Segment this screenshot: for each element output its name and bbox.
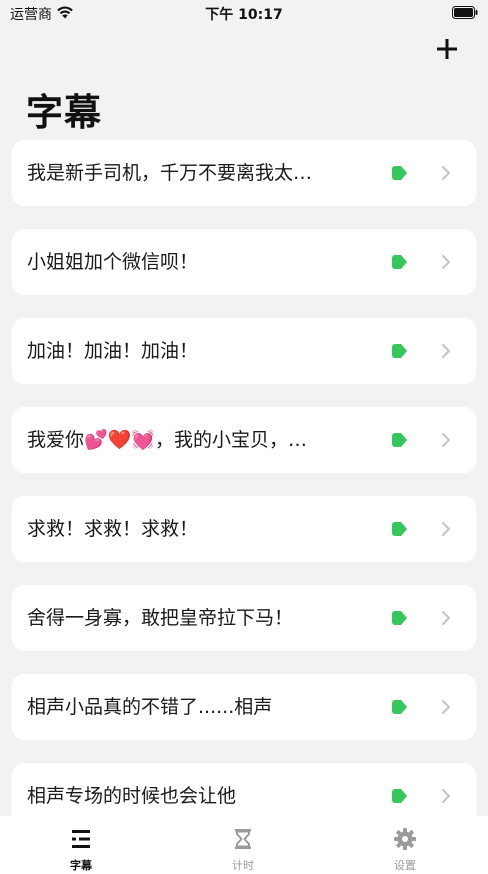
- tab-bar: 字幕 计时 设置: [0, 816, 488, 874]
- tab-label: 设置: [394, 859, 416, 872]
- list-item-text: 加油！加油！加油！: [27, 340, 199, 362]
- tag-icon: [392, 344, 407, 358]
- list-item-text: 相声小品真的不错了......相声: [27, 696, 273, 718]
- list-item[interactable]: 求救！求救！求救！: [12, 496, 476, 562]
- list-icon: [72, 830, 90, 848]
- plus-icon: [437, 39, 457, 59]
- list-item[interactable]: 舍得一身寡，敢把皇帝拉下马！: [12, 585, 476, 651]
- chevron-right-icon: [442, 255, 450, 269]
- page-title: 字幕: [26, 91, 102, 134]
- chevron-right-icon: [442, 166, 450, 180]
- tab-settings[interactable]: 设置: [324, 816, 486, 874]
- list-item-text: 求救！求救！求救！: [27, 518, 199, 540]
- tag-icon: [392, 789, 407, 803]
- list-item[interactable]: 加油！加油！加油！: [12, 318, 476, 384]
- add-button[interactable]: [434, 36, 460, 62]
- tag-icon: [392, 433, 407, 447]
- tab-label: 计时: [232, 859, 254, 872]
- tab-label: 字幕: [70, 859, 92, 872]
- hourglass-icon: [235, 829, 251, 849]
- tab-timer[interactable]: 计时: [162, 816, 324, 874]
- tag-icon: [392, 255, 407, 269]
- list-item[interactable]: 我爱你💕❤️💓，我的小宝贝，…: [12, 407, 476, 473]
- chevron-right-icon: [442, 344, 450, 358]
- tag-icon: [392, 166, 407, 180]
- tag-icon: [392, 522, 407, 536]
- status-time: 下午 10:17: [205, 7, 283, 23]
- chevron-right-icon: [442, 522, 450, 536]
- list-item[interactable]: 我是新手司机，千万不要离我太…: [12, 140, 476, 206]
- list-item-text: 小姐姐加个微信呗！: [27, 251, 199, 273]
- list-item-text: 舍得一身寡，敢把皇帝拉下马！: [27, 607, 294, 629]
- list-item[interactable]: 小姐姐加个微信呗！: [12, 229, 476, 295]
- tag-icon: [392, 611, 407, 625]
- list-item-text: 我是新手司机，千万不要离我太…: [27, 162, 313, 184]
- list-item[interactable]: 相声小品真的不错了......相声: [12, 674, 476, 740]
- gear-icon: [394, 828, 416, 850]
- tab-subtitles[interactable]: 字幕: [0, 816, 162, 874]
- status-bar: 运营商 下午 10:17: [0, 0, 488, 26]
- battery-icon: [452, 6, 478, 19]
- tag-icon: [392, 700, 407, 714]
- list-item-text: 我爱你💕❤️💓，我的小宝贝，…: [27, 429, 307, 451]
- chevron-right-icon: [442, 611, 450, 625]
- chevron-right-icon: [442, 789, 450, 803]
- chevron-right-icon: [442, 433, 450, 447]
- subtitle-list: 我是新手司机，千万不要离我太… 小姐姐加个微信呗！ 加油！加油！加油！ 我爱你💕…: [12, 140, 476, 852]
- chevron-right-icon: [442, 700, 450, 714]
